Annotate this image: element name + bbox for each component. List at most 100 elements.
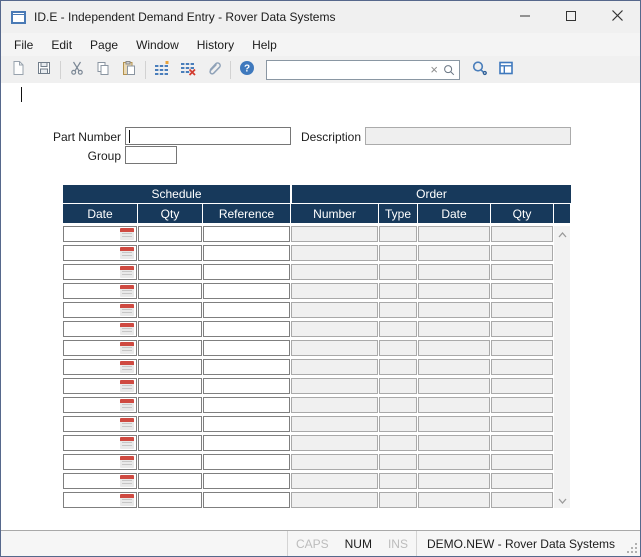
schedule-qty-input[interactable] bbox=[138, 245, 202, 261]
group-input[interactable] bbox=[125, 146, 177, 164]
scroll-up-button[interactable] bbox=[554, 226, 570, 242]
maximize-button[interactable] bbox=[548, 1, 594, 33]
schedule-reference-input[interactable] bbox=[203, 340, 290, 356]
grid-row bbox=[63, 492, 571, 508]
schedule-qty-input[interactable] bbox=[138, 226, 202, 242]
copy-button[interactable] bbox=[91, 59, 115, 81]
calendar-icon[interactable] bbox=[120, 228, 134, 240]
order-type-field bbox=[379, 245, 417, 261]
grid-row bbox=[63, 397, 571, 413]
calendar-icon[interactable] bbox=[120, 304, 134, 316]
search-box: × bbox=[266, 60, 460, 80]
menu-file[interactable]: File bbox=[5, 35, 42, 55]
schedule-reference-input[interactable] bbox=[203, 454, 290, 470]
grid-row bbox=[63, 264, 571, 280]
save-button[interactable] bbox=[32, 59, 56, 81]
schedule-qty-input[interactable] bbox=[138, 264, 202, 280]
schedule-reference-input[interactable] bbox=[203, 378, 290, 394]
schedule-qty-input[interactable] bbox=[138, 492, 202, 508]
schedule-reference-input[interactable] bbox=[203, 226, 290, 242]
order-type-field bbox=[379, 226, 417, 242]
chevron-up-icon bbox=[558, 227, 567, 241]
schedule-qty-input[interactable] bbox=[138, 359, 202, 375]
order-qty-field bbox=[491, 492, 553, 508]
schedule-qty-input[interactable] bbox=[138, 283, 202, 299]
schedule-reference-input[interactable] bbox=[203, 359, 290, 375]
schedule-reference-input[interactable] bbox=[203, 397, 290, 413]
menu-edit[interactable]: Edit bbox=[42, 35, 81, 55]
grid-row bbox=[63, 283, 571, 299]
window-layout-button[interactable] bbox=[494, 59, 518, 81]
scroll-down-button[interactable] bbox=[554, 492, 570, 508]
schedule-reference-input[interactable] bbox=[203, 302, 290, 318]
schedule-qty-input[interactable] bbox=[138, 302, 202, 318]
order-number-field bbox=[291, 359, 378, 375]
menu-help[interactable]: Help bbox=[243, 35, 286, 55]
order-qty-field bbox=[491, 245, 553, 261]
schedule-qty-input[interactable] bbox=[138, 416, 202, 432]
minimize-button[interactable] bbox=[502, 1, 548, 33]
search-icon[interactable] bbox=[442, 63, 456, 77]
calendar-icon[interactable] bbox=[120, 323, 134, 335]
schedule-reference-input[interactable] bbox=[203, 492, 290, 508]
close-button[interactable] bbox=[594, 1, 640, 33]
order-type-field bbox=[379, 302, 417, 318]
schedule-reference-input[interactable] bbox=[203, 321, 290, 337]
menu-page[interactable]: Page bbox=[81, 35, 127, 55]
order-number-field bbox=[291, 245, 378, 261]
grid-row bbox=[63, 321, 571, 337]
window-title: ID.E - Independent Demand Entry - Rover … bbox=[34, 10, 335, 24]
order-number-field bbox=[291, 416, 378, 432]
group-header-schedule: Schedule bbox=[63, 185, 290, 203]
calendar-icon[interactable] bbox=[120, 247, 134, 259]
schedule-qty-input[interactable] bbox=[138, 321, 202, 337]
schedule-reference-input[interactable] bbox=[203, 245, 290, 261]
grid-scrollbar[interactable] bbox=[554, 226, 570, 508]
schedule-qty-input[interactable] bbox=[138, 454, 202, 470]
help-button[interactable]: ? bbox=[235, 59, 259, 81]
order-date-field bbox=[418, 359, 490, 375]
calendar-icon[interactable] bbox=[120, 456, 134, 468]
part-number-input[interactable] bbox=[125, 127, 291, 145]
order-number-field bbox=[291, 264, 378, 280]
calendar-icon[interactable] bbox=[120, 494, 134, 506]
calendar-icon[interactable] bbox=[120, 399, 134, 411]
attach-button[interactable] bbox=[202, 59, 226, 81]
order-number-field bbox=[291, 397, 378, 413]
paste-button[interactable] bbox=[117, 59, 141, 81]
schedule-qty-input[interactable] bbox=[138, 378, 202, 394]
calendar-icon[interactable] bbox=[120, 380, 134, 392]
insert-line-button[interactable] bbox=[150, 59, 174, 81]
column-header-schedule-date: Date bbox=[63, 204, 137, 223]
schedule-reference-input[interactable] bbox=[203, 264, 290, 280]
new-document-button[interactable] bbox=[6, 59, 30, 81]
client-area: Part Number Description Group ScheduleOr… bbox=[1, 83, 640, 530]
search-input[interactable] bbox=[270, 62, 426, 78]
resize-grip-icon[interactable] bbox=[625, 531, 640, 556]
delete-line-button[interactable] bbox=[176, 59, 200, 81]
cut-button[interactable] bbox=[65, 59, 89, 81]
calendar-icon[interactable] bbox=[120, 342, 134, 354]
calendar-icon[interactable] bbox=[120, 266, 134, 278]
schedule-qty-input[interactable] bbox=[138, 435, 202, 451]
calendar-icon[interactable] bbox=[120, 361, 134, 373]
find-record-button[interactable] bbox=[468, 59, 492, 81]
calendar-icon[interactable] bbox=[120, 285, 134, 297]
order-type-field bbox=[379, 397, 417, 413]
calendar-icon[interactable] bbox=[120, 418, 134, 430]
schedule-reference-input[interactable] bbox=[203, 283, 290, 299]
schedule-qty-input[interactable] bbox=[138, 397, 202, 413]
schedule-reference-input[interactable] bbox=[203, 473, 290, 489]
schedule-qty-input[interactable] bbox=[138, 473, 202, 489]
calendar-icon[interactable] bbox=[120, 475, 134, 487]
calendar-icon[interactable] bbox=[120, 437, 134, 449]
menu-history[interactable]: History bbox=[188, 35, 243, 55]
schedule-qty-input[interactable] bbox=[138, 340, 202, 356]
column-header-order-qty: Qty bbox=[491, 204, 553, 223]
clear-search-icon[interactable]: × bbox=[426, 63, 442, 76]
menu-window[interactable]: Window bbox=[127, 35, 188, 55]
column-header-filler bbox=[554, 204, 570, 223]
schedule-reference-input[interactable] bbox=[203, 416, 290, 432]
schedule-reference-input[interactable] bbox=[203, 435, 290, 451]
copy-icon bbox=[95, 60, 111, 79]
